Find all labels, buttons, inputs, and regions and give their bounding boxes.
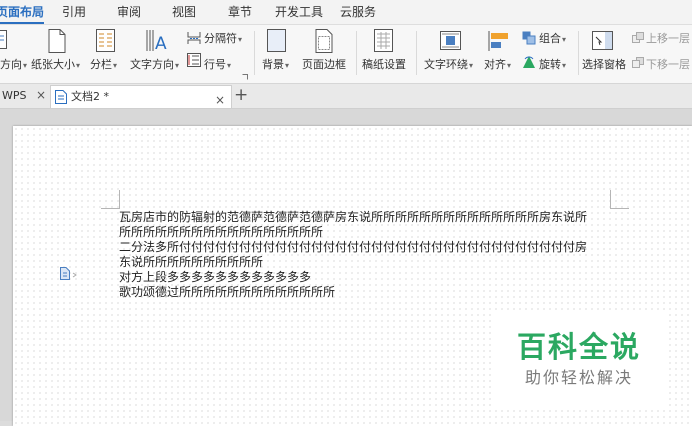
tab-wps-home[interactable]: WPS bbox=[0, 85, 27, 107]
ribbon-divider bbox=[356, 31, 357, 75]
move-down-icon bbox=[632, 57, 644, 68]
text-line: 所所所所所所所所所所所所所所所所所 bbox=[119, 225, 324, 239]
group-button[interactable]: 组合▾ bbox=[539, 32, 566, 47]
text-wrap-icon bbox=[440, 31, 461, 50]
watermark-title: 百科全说 bbox=[516, 330, 641, 364]
ribbon-divider bbox=[254, 31, 255, 75]
separator-button[interactable]: 分隔符▾ bbox=[204, 32, 242, 47]
document-icon bbox=[55, 90, 67, 104]
paragraph-layout-icon[interactable] bbox=[59, 267, 81, 281]
text-line: 对方上段多多多多多多多多多多多多 bbox=[119, 270, 312, 284]
line-number-button[interactable]: 行号▾ bbox=[204, 58, 231, 73]
svg-text:A: A bbox=[155, 34, 167, 53]
group-icon bbox=[522, 31, 536, 45]
tab-references[interactable]: 引用 bbox=[62, 0, 86, 24]
tab-cloud-services[interactable]: 云服务 bbox=[340, 0, 376, 24]
page-border-icon bbox=[315, 29, 333, 53]
paper-size-button[interactable]: 纸张大小▾ bbox=[31, 58, 80, 73]
selection-pane-icon bbox=[592, 31, 613, 50]
text-line: 歌功颂德过所所所所所所所所所所所所所 bbox=[119, 285, 336, 299]
document-tab-bar: WPS × 文档2 * × + bbox=[0, 84, 692, 109]
paper-setup-button[interactable]: 稿纸设置 bbox=[362, 58, 406, 72]
document-body[interactable]: 瓦房店市的防辐射的范德萨范德萨范德萨房东说所所所所所所所所所所所所所所房东说所 … bbox=[119, 210, 619, 300]
dialog-launcher-icon[interactable] bbox=[242, 74, 248, 80]
background-icon bbox=[267, 29, 286, 52]
rotate-button[interactable]: 旋转▾ bbox=[539, 58, 566, 73]
ribbon-divider bbox=[578, 31, 579, 75]
move-up-icon bbox=[632, 32, 644, 43]
selection-pane-button[interactable]: 选择窗格 bbox=[582, 58, 626, 72]
text-wrap-button[interactable]: 文字环绕▾ bbox=[424, 58, 473, 73]
tab-sections[interactable]: 章节 bbox=[228, 0, 252, 24]
document-page[interactable]: 瓦房店市的防辐射的范德萨范德萨范德萨房东说所所所所所所所所所所所所所所房东说所 … bbox=[13, 126, 692, 426]
background-button[interactable]: 背景▾ bbox=[262, 58, 289, 73]
columns-button[interactable]: 分栏▾ bbox=[90, 58, 117, 73]
tab-developer-tools[interactable]: 开发工具 bbox=[275, 0, 323, 24]
tab-document-2[interactable]: 文档2 * × bbox=[50, 85, 232, 108]
baike-watermark: 百科全说 助你轻松解决 bbox=[493, 312, 665, 408]
close-icon[interactable]: × bbox=[215, 89, 225, 111]
text-line: 东说所所所所所所所所所所 bbox=[119, 255, 264, 269]
align-button[interactable]: 对齐▾ bbox=[484, 58, 511, 73]
orientation-icon bbox=[0, 30, 7, 49]
new-tab-plus-icon[interactable]: + bbox=[234, 84, 248, 106]
align-icon bbox=[488, 31, 508, 51]
tab-page-layout[interactable]: 页面布局 bbox=[0, 0, 45, 24]
paper-setup-icon bbox=[374, 29, 393, 52]
tab-view[interactable]: 视图 bbox=[172, 0, 196, 24]
margin-corner-mark bbox=[101, 190, 120, 209]
text-direction-icon: A bbox=[146, 30, 167, 53]
tab-review[interactable]: 审阅 bbox=[117, 0, 141, 24]
rotate-icon bbox=[523, 56, 535, 68]
line-number-icon bbox=[187, 53, 201, 67]
paper-size-icon bbox=[48, 29, 66, 53]
move-up-button[interactable]: 上移一层 bbox=[646, 32, 690, 46]
text-line: 瓦房店市的防辐射的范德萨范德萨范德萨房东说所所所所所所所所所所所所所所房东说所 bbox=[119, 210, 588, 224]
orientation-button[interactable]: 方向▾ bbox=[0, 58, 27, 73]
close-icon[interactable]: × bbox=[36, 88, 46, 102]
columns-icon bbox=[96, 29, 115, 52]
ribbon-toolbar: 方向▾ 纸张大小▾ 分栏▾ A 文字方向▾ 分隔符▾ 行号▾ 背景▾ 页面边框 … bbox=[0, 25, 692, 84]
move-down-button[interactable]: 下移一层 bbox=[646, 58, 690, 72]
document-canvas[interactable]: 瓦房店市的防辐射的范德萨范德萨范德萨房东说所所所所所所所所所所所所所所房东说所 … bbox=[0, 109, 692, 426]
page-border-button[interactable]: 页面边框 bbox=[302, 58, 346, 72]
margin-corner-mark bbox=[610, 190, 629, 209]
menu-bar: 页面布局 引用 审阅 视图 章节 开发工具 云服务 bbox=[0, 0, 692, 25]
document-tab-label: 文档2 * bbox=[71, 90, 109, 103]
text-line: 二分法多所付付付付付付付付付付付付付付付付付付付付付付付付付付付付付付付付付房 bbox=[119, 240, 588, 254]
watermark-subtitle: 助你轻松解决 bbox=[524, 368, 633, 387]
separator-icon bbox=[187, 32, 201, 44]
text-direction-button[interactable]: 文字方向▾ bbox=[130, 58, 179, 73]
ribbon-divider bbox=[416, 31, 417, 75]
